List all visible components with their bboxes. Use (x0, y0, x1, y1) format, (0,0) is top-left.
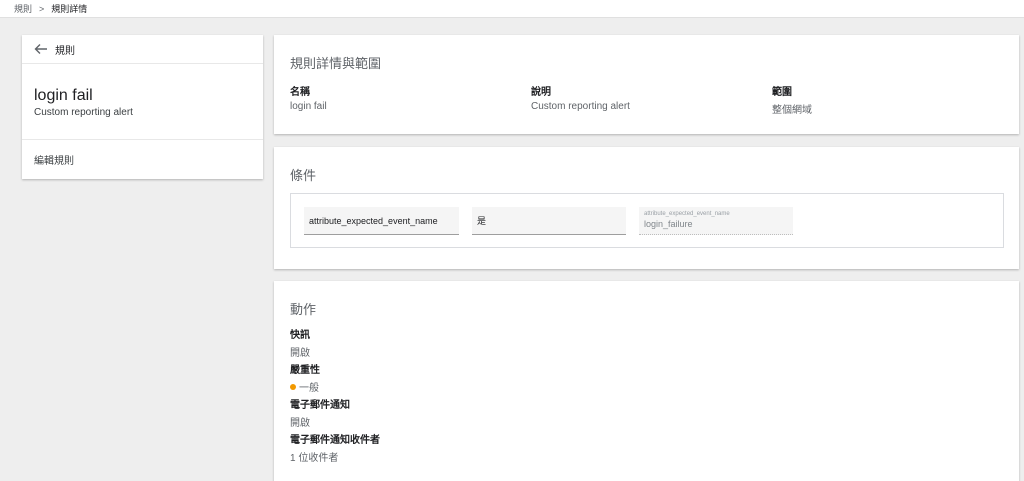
name-value: login fail (290, 101, 327, 112)
actions-card-title: 動作 (290, 302, 317, 317)
description-field: 說明 Custom reporting alert (531, 83, 630, 112)
name-label: 名稱 (290, 87, 310, 98)
severity-label: 嚴重性 (290, 365, 320, 376)
email-recipients-value: 1 位收件者 (290, 453, 339, 464)
condition-row: attribute_expected_event_name 是 attribut… (290, 193, 1004, 248)
details-scope-card: 規則詳情與範圍 名稱 login fail 說明 Custom reportin… (274, 35, 1019, 134)
scope-field: 範圍 整個網域 (772, 83, 812, 116)
alert-value: 開啟 (290, 348, 310, 359)
condition-value-field: attribute_expected_event_name login_fail… (639, 207, 793, 235)
severity-value: 一般 (299, 383, 319, 394)
name-field: 名稱 login fail (290, 83, 327, 112)
chevron-right-icon: > (39, 3, 45, 14)
back-button[interactable]: 規則 (22, 35, 263, 64)
alert-label: 快訊 (290, 330, 310, 341)
action-list: 快訊 開啟 嚴重性 一般 電子郵件通知 開啟 電子郵件通知收件者 1 位收件者 (290, 329, 380, 469)
rule-name: login fail (34, 87, 93, 104)
rule-summary-card: 規則 login fail Custom reporting alert 編輯規… (22, 35, 263, 179)
condition-attribute-field[interactable]: attribute_expected_event_name (304, 207, 459, 235)
action-email-notification: 電子郵件通知 開啟 (290, 399, 380, 430)
rule-description: Custom reporting alert (34, 107, 133, 118)
actions-card: 動作 快訊 開啟 嚴重性 一般 電子郵件通知 開啟 電子郵件通知收件者 1 位收… (274, 281, 1019, 481)
condition-operator-field[interactable]: 是 (472, 207, 626, 235)
action-alert: 快訊 開啟 (290, 329, 380, 360)
email-notification-label: 電子郵件通知 (290, 400, 350, 411)
scope-card-title: 規則詳情與範圍 (290, 56, 382, 71)
severity-dot-icon (290, 384, 296, 391)
email-recipients-label: 電子郵件通知收件者 (290, 435, 380, 446)
scope-value: 整個網域 (772, 105, 812, 116)
conditions-card: 條件 attribute_expected_event_name 是 attri… (274, 147, 1019, 269)
action-email-recipients: 電子郵件通知收件者 1 位收件者 (290, 434, 380, 465)
rule-info: login fail Custom reporting alert (22, 64, 263, 140)
condition-value: login_failure (644, 219, 693, 229)
description-value: Custom reporting alert (531, 101, 630, 112)
breadcrumb-root-link[interactable]: 規則 (14, 2, 32, 15)
email-notification-value: 開啟 (290, 418, 310, 429)
action-severity: 嚴重性 一般 (290, 364, 380, 395)
severity-value-row: 一般 (290, 382, 380, 395)
back-label: 規則 (55, 45, 75, 57)
breadcrumb: 規則 > 規則詳情 (0, 0, 1024, 18)
breadcrumb-current: 規則詳情 (51, 4, 88, 14)
description-label: 說明 (531, 87, 551, 98)
edit-rule-link[interactable]: 編輯規則 (22, 140, 263, 167)
scope-label: 範圍 (772, 87, 792, 98)
conditions-card-title: 條件 (290, 168, 317, 183)
condition-value-label: attribute_expected_event_name (644, 211, 730, 217)
arrow-left-icon[interactable] (34, 43, 48, 55)
